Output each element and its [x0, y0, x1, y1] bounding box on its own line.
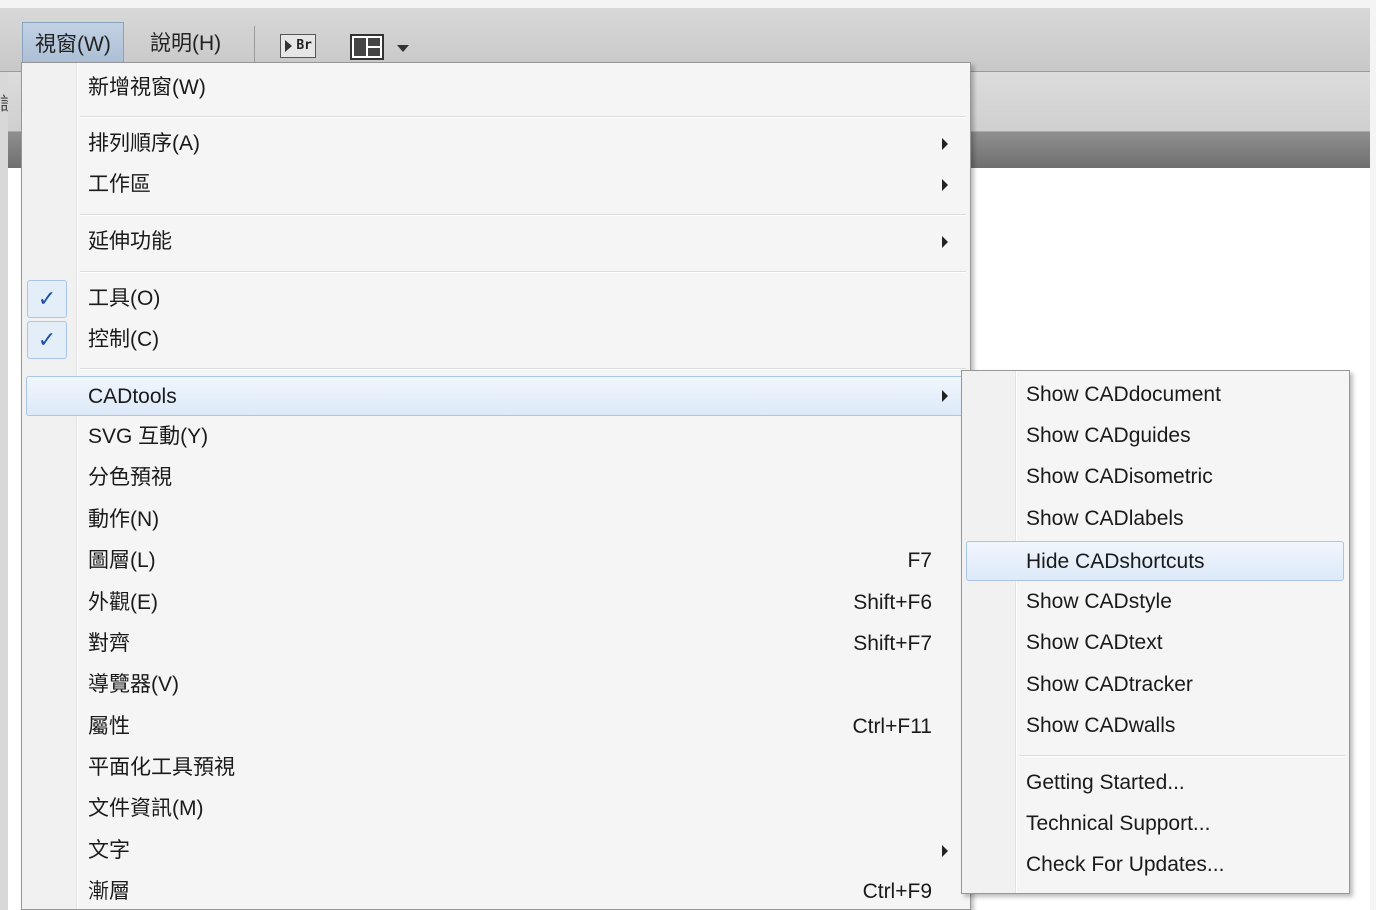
submenu-item-label: Show CADwalls: [1026, 714, 1176, 737]
menu-help[interactable]: 說明(H): [138, 22, 233, 66]
submenu-item-show-cadtracker[interactable]: Show CADtracker: [962, 665, 1349, 705]
submenu-item-show-cadtext[interactable]: Show CADtext: [962, 623, 1349, 663]
menu-item-actions[interactable]: 動作(N): [22, 500, 970, 540]
menu-item-label: 工作區: [88, 173, 151, 196]
menu-item-gradient[interactable]: 漸層 Ctrl+F9: [22, 872, 970, 910]
menu-separator: [80, 214, 966, 216]
bridge-icon-text: Br: [296, 38, 312, 53]
menu-item-type[interactable]: 文字: [22, 831, 970, 871]
menu-item-shortcut: Ctrl+F11: [852, 715, 932, 738]
submenu-item-show-cadisometric[interactable]: Show CADisometric: [962, 457, 1349, 497]
checkmark-icon: ✓: [27, 321, 67, 359]
menu-item-label: 文字: [88, 839, 130, 862]
menu-item-label: 屬性: [88, 715, 130, 738]
submenu-arrow-icon: [942, 845, 948, 857]
submenu-item-label: Show CADlabels: [1026, 507, 1184, 530]
menu-item-align[interactable]: 對齊 Shift+F7: [22, 624, 970, 664]
menu-item-new-window[interactable]: 新增視窗(W): [22, 68, 970, 108]
menu-item-label: 工具(O): [88, 287, 161, 310]
menu-item-label: 排列順序(A): [88, 132, 200, 155]
menu-item-shortcut: Shift+F6: [853, 591, 932, 614]
menu-item-layers[interactable]: 圖層(L) F7: [22, 541, 970, 581]
submenu-item-label: Show CADtext: [1026, 631, 1163, 654]
submenu-item-label: Show CADisometric: [1026, 465, 1213, 488]
submenu-item-label: Show CADstyle: [1026, 590, 1172, 613]
menu-separator: [80, 271, 966, 273]
submenu-item-show-cadwalls[interactable]: Show CADwalls: [962, 706, 1349, 746]
menu-item-shortcut: F7: [907, 549, 932, 572]
submenu-separator: [1019, 755, 1345, 757]
menu-item-label: 文件資訊(M): [88, 797, 204, 820]
menu-item-label: SVG 互動(Y): [88, 425, 209, 448]
submenu-item-label: Show CADdocument: [1026, 383, 1221, 406]
submenu-arrow-icon: [942, 138, 948, 150]
menu-window[interactable]: 視窗(W): [22, 22, 124, 66]
left-panel-edge: [0, 72, 8, 910]
submenu-item-label: Check For Updates...: [1026, 853, 1225, 876]
menu-separator: [80, 116, 966, 118]
submenu-item-check-for-updates[interactable]: Check For Updates...: [962, 845, 1349, 885]
menu-item-navigator[interactable]: 導覽器(V): [22, 665, 970, 705]
menu-item-svg-interactivity[interactable]: SVG 互動(Y): [22, 417, 970, 457]
chevron-down-icon[interactable]: [397, 45, 409, 52]
menu-item-tools[interactable]: ✓ 工具(O): [22, 279, 970, 319]
menu-item-label: 延伸功能: [88, 230, 172, 253]
menu-item-shortcut: Ctrl+F9: [862, 880, 932, 903]
submenu-arrow-icon: [942, 390, 948, 402]
cadtools-submenu: Show CADdocument Show CADguides Show CAD…: [961, 370, 1350, 894]
submenu-item-show-cadlabels[interactable]: Show CADlabels: [962, 499, 1349, 539]
submenu-item-label: Hide CADshortcuts: [1026, 550, 1205, 573]
submenu-arrow-icon: [942, 179, 948, 191]
menu-item-appearance[interactable]: 外觀(E) Shift+F6: [22, 583, 970, 623]
menu-item-label: CADtools: [88, 385, 177, 408]
window-menu: 新增視窗(W) 排列順序(A) 工作區 延伸功能 ✓ 工具(O) ✓ 控制(C)…: [21, 62, 971, 910]
menu-item-cadtools[interactable]: CADtools: [26, 376, 966, 416]
left-edge-label: 設: [0, 90, 8, 116]
menu-item-label: 對齊: [88, 632, 130, 655]
submenu-item-label: Show CADguides: [1026, 424, 1191, 447]
submenu-arrow-icon: [942, 236, 948, 248]
menu-item-label: 漸層: [88, 880, 130, 903]
bridge-icon[interactable]: Br: [280, 34, 316, 58]
menu-item-document-info[interactable]: 文件資訊(M): [22, 789, 970, 829]
menu-item-extensions[interactable]: 延伸功能: [22, 222, 970, 262]
workspace-layout-icon[interactable]: [350, 34, 384, 60]
menu-item-label: 導覽器(V): [88, 673, 179, 696]
submenu-item-show-caddocument[interactable]: Show CADdocument: [962, 375, 1349, 415]
submenu-item-show-cadguides[interactable]: Show CADguides: [962, 416, 1349, 456]
menu-item-workspace[interactable]: 工作區: [22, 165, 970, 205]
menu-item-label: 控制(C): [88, 328, 160, 351]
submenu-item-label: Show CADtracker: [1026, 673, 1193, 696]
menu-item-shortcut: Shift+F7: [853, 632, 932, 655]
menu-item-label: 新增視窗(W): [88, 76, 206, 99]
submenu-item-hide-cadshortcuts[interactable]: Hide CADshortcuts: [966, 541, 1344, 581]
menu-item-label: 分色預視: [88, 466, 172, 489]
menu-item-label: 外觀(E): [88, 591, 158, 614]
menu-item-label: 動作(N): [88, 508, 160, 531]
submenu-item-technical-support[interactable]: Technical Support...: [962, 804, 1349, 844]
submenu-item-label: Getting Started...: [1026, 771, 1185, 794]
menu-item-control[interactable]: ✓ 控制(C): [22, 320, 970, 360]
menu-item-separations-preview[interactable]: 分色預視: [22, 458, 970, 498]
menubar-divider: [254, 26, 255, 64]
submenu-item-getting-started[interactable]: Getting Started...: [962, 763, 1349, 803]
menu-item-flattener-preview[interactable]: 平面化工具預視: [22, 748, 970, 788]
submenu-item-show-cadstyle[interactable]: Show CADstyle: [962, 582, 1349, 622]
menu-separator: [80, 368, 966, 370]
menu-item-label: 平面化工具預視: [88, 756, 235, 779]
submenu-item-label: Technical Support...: [1026, 812, 1211, 835]
menu-item-label: 圖層(L): [88, 549, 156, 572]
menu-item-arrange[interactable]: 排列順序(A): [22, 124, 970, 164]
menu-item-attributes[interactable]: 屬性 Ctrl+F11: [22, 707, 970, 747]
checkmark-icon: ✓: [27, 280, 67, 318]
